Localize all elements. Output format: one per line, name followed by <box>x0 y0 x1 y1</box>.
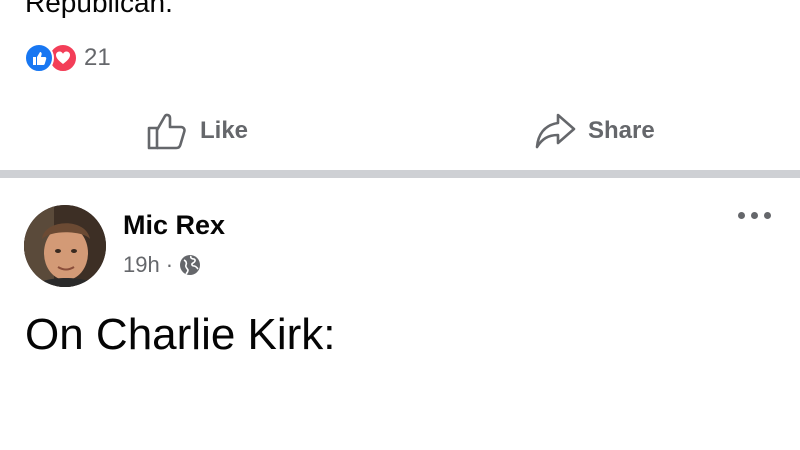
feed: Republican. 21 Like Share Mic Rex 19h · … <box>0 0 800 450</box>
author-avatar[interactable] <box>24 205 106 287</box>
more-dot-icon <box>764 212 771 219</box>
more-options-button[interactable] <box>738 212 771 219</box>
previous-post-text: Republican. <box>25 0 173 18</box>
reaction-count: 21 <box>84 44 111 71</box>
meta-separator: · <box>165 252 174 277</box>
share-button[interactable]: Share <box>534 105 655 157</box>
author-name[interactable]: Mic Rex <box>123 210 225 241</box>
post-meta: 19h · <box>123 252 201 278</box>
more-dot-icon <box>738 212 745 219</box>
like-button-label: Like <box>200 117 249 144</box>
post-action-bar: Like Share <box>0 105 800 157</box>
like-reaction-icon <box>24 43 54 73</box>
post-divider <box>0 170 800 178</box>
thumbs-up-icon <box>147 113 186 150</box>
share-arrow-icon <box>535 113 576 149</box>
like-button[interactable]: Like <box>146 105 248 157</box>
share-button-label: Share <box>588 117 655 144</box>
post-timestamp[interactable]: 19h <box>123 252 160 278</box>
globe-icon <box>180 255 201 275</box>
reaction-summary[interactable]: 21 <box>24 42 111 74</box>
more-dot-icon <box>751 212 758 219</box>
post-body-text: On Charlie Kirk: <box>25 310 336 359</box>
